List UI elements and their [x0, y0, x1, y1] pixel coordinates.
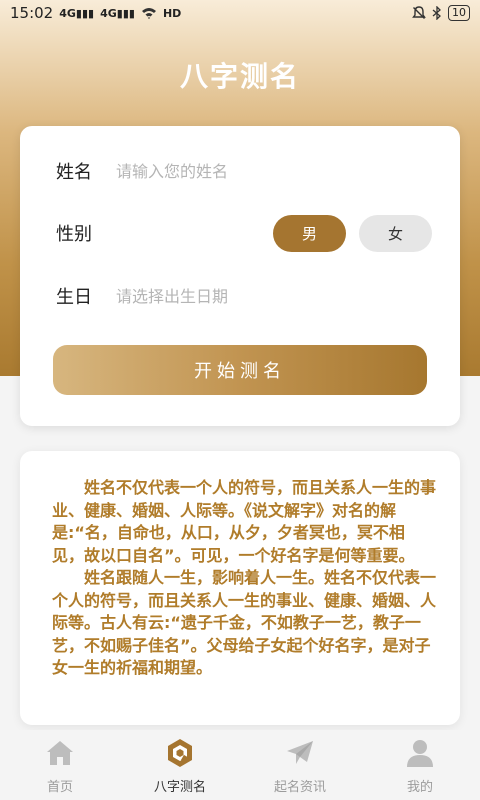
battery-icon: 10	[448, 5, 470, 21]
tab-bazi[interactable]: 八字测名	[120, 730, 240, 800]
birthday-label: 生日	[56, 287, 92, 308]
status-bar: 15:02 4G▮▮▮ 4G▮▮▮ HD 10	[0, 0, 480, 26]
tab-bazi-label: 八字测名	[153, 780, 206, 795]
gender-selector: 男 女	[273, 214, 432, 252]
start-test-button[interactable]: 开始测名	[53, 345, 427, 395]
status-time: 15:02	[10, 4, 54, 22]
intro-paragraph: 姓名跟随人一生，影响着人一生。姓名不仅代表一个人的符号，而且关系人一生的事业、健…	[52, 568, 437, 677]
intro-card: 姓名不仅代表一个人的符号，而且关系人一生的事业、健康、婚姻、人际等。《说文解字》…	[20, 451, 460, 725]
page-title: 八字测名	[179, 60, 300, 93]
signal-icon: 4G▮▮▮	[59, 6, 95, 20]
tab-home[interactable]: 首页	[0, 730, 120, 800]
intro-paragraph: 姓名不仅代表一个人的符号，而且关系人一生的事业、健康、婚姻、人际等。《说文解字》…	[52, 478, 437, 565]
tab-profile-label: 我的	[406, 780, 433, 795]
bazi-logo-icon	[168, 739, 192, 767]
intro-text: 姓名不仅代表一个人的符号，而且关系人一生的事业、健康、婚姻、人际等。《说文解字》…	[52, 477, 436, 680]
name-input[interactable]	[114, 160, 378, 182]
birthday-row: 生日	[56, 283, 432, 309]
name-test-form-card: 姓名 性别 男 女 生日 开始测名	[20, 126, 460, 426]
bluetooth-icon	[432, 6, 441, 20]
gender-female-button[interactable]: 女	[359, 214, 432, 252]
name-label: 姓名	[56, 162, 92, 183]
home-icon	[47, 741, 73, 765]
tab-home-label: 首页	[46, 780, 73, 795]
gender-label: 性别	[56, 224, 92, 245]
bottom-tab-bar: 首页 八字测名 起名资讯 我的	[0, 730, 480, 800]
tab-news-label: 起名资讯	[273, 780, 326, 795]
tab-profile[interactable]: 我的	[360, 730, 480, 800]
signal-label: 4G	[100, 6, 117, 20]
wifi-icon	[141, 8, 156, 19]
gender-row: 性别 男 女	[56, 214, 432, 252]
tab-news[interactable]: 起名资讯	[240, 730, 360, 800]
birthday-picker[interactable]	[114, 285, 378, 307]
user-icon	[407, 740, 433, 767]
mute-bell-icon	[412, 6, 426, 19]
gender-male-button[interactable]: 男	[273, 214, 346, 252]
hd-icon: HD	[162, 6, 182, 20]
signal-label: 4G	[59, 6, 76, 20]
signal-icon: 4G▮▮▮	[100, 6, 135, 20]
name-row: 姓名	[56, 158, 432, 184]
paper-plane-icon	[287, 741, 313, 764]
